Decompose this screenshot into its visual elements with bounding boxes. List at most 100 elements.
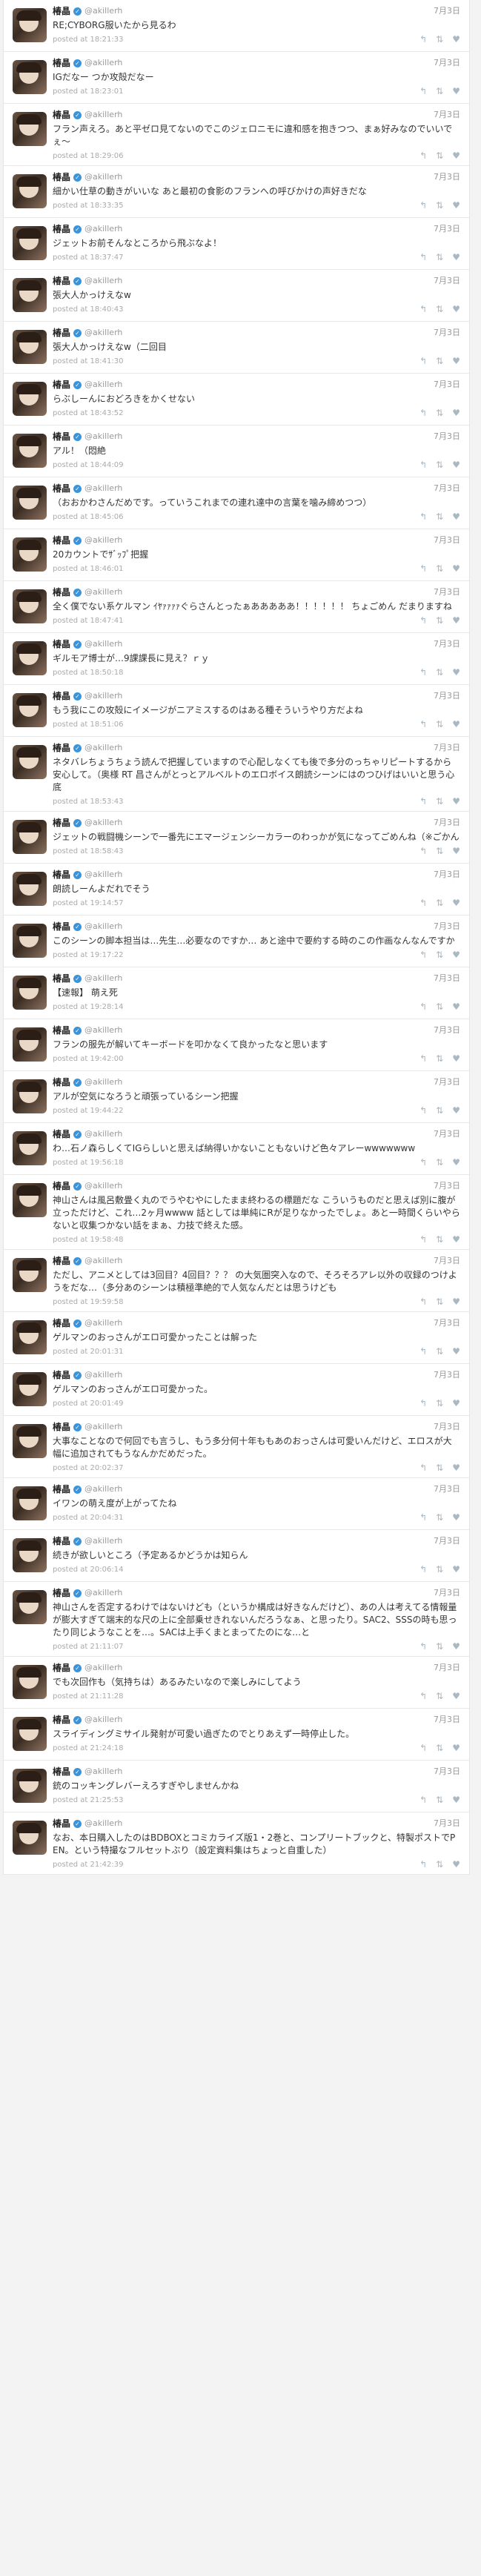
tweet-date[interactable]: 7月3日 (434, 1128, 460, 1140)
reply-icon[interactable]: ↰ (419, 34, 427, 44)
avatar[interactable] (13, 1079, 47, 1113)
user-handle[interactable]: @akillerh (84, 1180, 122, 1192)
tweet-date[interactable]: 7月3日 (434, 1662, 460, 1674)
user-handle[interactable]: @akillerh (84, 483, 122, 494)
avatar[interactable] (13, 1027, 47, 1062)
reply-icon[interactable]: ↰ (419, 1691, 427, 1701)
avatar[interactable] (13, 330, 47, 364)
user-handle[interactable]: @akillerh (84, 379, 122, 391)
tweet-date[interactable]: 7月3日 (434, 534, 460, 546)
user-handle[interactable]: @akillerh (84, 1128, 122, 1140)
heart-icon[interactable]: ♥ (452, 86, 460, 96)
avatar[interactable] (13, 174, 47, 208)
tweet-card[interactable]: 椿晶 ✓ @akillerh 7月3日 このシーンの脚本担当は…先生…必要なのですか… … (4, 915, 469, 967)
retweet-icon[interactable]: ⇅ (436, 1053, 443, 1064)
tweet-date[interactable]: 7月3日 (434, 1818, 460, 1830)
retweet-icon[interactable]: ⇅ (436, 1512, 443, 1523)
tweet-card[interactable]: 椿晶 ✓ @akillerh 7月3日 銃のコッキングレバーえろすぎやしませんかね pos… (4, 1761, 469, 1812)
tweet-date[interactable]: 7月3日 (434, 1587, 460, 1599)
avatar[interactable] (13, 589, 47, 623)
heart-icon[interactable]: ♥ (452, 667, 460, 678)
tweet-date[interactable]: 7月3日 (434, 1421, 460, 1433)
user-name[interactable]: 椿晶 (53, 109, 70, 121)
user-handle[interactable]: @akillerh (84, 1317, 122, 1329)
user-name[interactable]: 椿晶 (53, 921, 70, 933)
user-name[interactable]: 椿晶 (53, 275, 70, 287)
tweet-card[interactable]: 椿晶 ✓ @akillerh 7月3日 なお、本日購入したのはBDBOXとコミカライズ版… (4, 1812, 469, 1875)
heart-icon[interactable]: ♥ (452, 1641, 460, 1652)
user-name[interactable]: 椿晶 (53, 638, 70, 650)
user-name[interactable]: 椿晶 (53, 742, 70, 754)
heart-icon[interactable]: ♥ (452, 563, 460, 574)
retweet-icon[interactable]: ⇅ (436, 511, 443, 522)
tweet-date[interactable]: 7月3日 (434, 973, 460, 984)
avatar[interactable] (13, 60, 47, 94)
tweet-card[interactable]: 椿晶 ✓ @akillerh 7月3日 ギルモア博士が…9課課長に見え？ｒｙ posted… (4, 633, 469, 685)
user-name[interactable]: 椿晶 (53, 973, 70, 984)
tweet-card[interactable]: 椿晶 ✓ @akillerh 7月3日 もう我にこの攻殻にイメージがニアミスするのはある… (4, 685, 469, 737)
avatar[interactable] (13, 820, 47, 854)
tweet-date[interactable]: 7月3日 (434, 1714, 460, 1726)
heart-icon[interactable]: ♥ (452, 1795, 460, 1805)
heart-icon[interactable]: ♥ (452, 719, 460, 729)
user-name[interactable]: 椿晶 (53, 1255, 70, 1267)
tweet-card[interactable]: 椿晶 ✓ @akillerh 7月3日 わ…石ノ森らしくてIGらしいと思えば納得いかない… (4, 1123, 469, 1175)
tweet-date[interactable]: 7月3日 (434, 5, 460, 17)
avatar[interactable] (13, 745, 47, 779)
avatar[interactable] (13, 693, 47, 727)
user-name[interactable]: 椿晶 (53, 1766, 70, 1778)
tweet-date[interactable]: 7月3日 (434, 869, 460, 881)
reply-icon[interactable]: ↰ (419, 1795, 427, 1805)
tweet-card[interactable]: 椿晶 ✓ @akillerh 7月3日 らぶしーんにおどろきをかくせない posted a… (4, 374, 469, 426)
tweet-card[interactable]: 椿晶 ✓ @akillerh 7月3日 神山さんを否定するわけではないけども（というか構… (4, 1582, 469, 1657)
heart-icon[interactable]: ♥ (452, 356, 460, 366)
tweet-date[interactable]: 7月3日 (434, 1255, 460, 1267)
tweet-date[interactable]: 7月3日 (434, 1180, 460, 1192)
tweet-card[interactable]: 椿晶 ✓ @akillerh 7月3日 RE;CYBORG服いたから見るわ posted … (4, 0, 469, 52)
tweet-date[interactable]: 7月3日 (434, 171, 460, 183)
avatar[interactable] (13, 112, 47, 146)
tweet-card[interactable]: 椿晶 ✓ @akillerh 7月3日 20カウントでｻﾞｯﾌﾟ把握 posted at … (4, 529, 469, 581)
user-handle[interactable]: @akillerh (84, 1587, 122, 1599)
retweet-icon[interactable]: ⇅ (436, 615, 443, 626)
reply-icon[interactable]: ↰ (419, 667, 427, 678)
user-handle[interactable]: @akillerh (84, 1662, 122, 1674)
heart-icon[interactable]: ♥ (452, 1234, 460, 1245)
tweet-date[interactable]: 7月3日 (434, 586, 460, 598)
user-handle[interactable]: @akillerh (84, 1255, 122, 1267)
reply-icon[interactable]: ↰ (419, 615, 427, 626)
reply-icon[interactable]: ↰ (419, 252, 427, 262)
tweet-card[interactable]: 椿晶 ✓ @akillerh 7月3日 ただし、アニメとしては3回目？4回目？？？ の大… (4, 1250, 469, 1312)
heart-icon[interactable]: ♥ (452, 34, 460, 44)
tweet-card[interactable]: 椿晶 ✓ @akillerh 7月3日 スライディングミサイル発射が可愛い過ぎたのでとり… (4, 1709, 469, 1761)
user-handle[interactable]: @akillerh (84, 57, 122, 69)
user-name[interactable]: 椿晶 (53, 1421, 70, 1433)
tweet-card[interactable]: 椿晶 ✓ @akillerh 7月3日 張大人かっけえなw（二回目 posted at 1… (4, 322, 469, 374)
avatar[interactable] (13, 641, 47, 675)
user-handle[interactable]: @akillerh (84, 921, 122, 933)
tweet-date[interactable]: 7月3日 (434, 431, 460, 443)
heart-icon[interactable]: ♥ (452, 1346, 460, 1357)
tweet-date[interactable]: 7月3日 (434, 1766, 460, 1778)
retweet-icon[interactable]: ⇅ (436, 150, 443, 161)
user-handle[interactable]: @akillerh (84, 109, 122, 121)
user-name[interactable]: 椿晶 (53, 869, 70, 881)
reply-icon[interactable]: ↰ (419, 1053, 427, 1064)
user-handle[interactable]: @akillerh (84, 171, 122, 183)
heart-icon[interactable]: ♥ (452, 1053, 460, 1064)
tweet-date[interactable]: 7月3日 (434, 327, 460, 339)
reply-icon[interactable]: ↰ (419, 898, 427, 908)
retweet-icon[interactable]: ⇅ (436, 200, 443, 211)
retweet-icon[interactable]: ⇅ (436, 1001, 443, 1012)
reply-icon[interactable]: ↰ (419, 1297, 427, 1307)
heart-icon[interactable]: ♥ (452, 796, 460, 807)
avatar[interactable] (13, 537, 47, 572)
tweet-card[interactable]: 椿晶 ✓ @akillerh 7月3日 ジェットの戦闘機シーンで一番先にエマージェンシー… (4, 812, 469, 864)
retweet-icon[interactable]: ⇅ (436, 1743, 443, 1753)
user-name[interactable]: 椿晶 (53, 431, 70, 443)
heart-icon[interactable]: ♥ (452, 408, 460, 418)
retweet-icon[interactable]: ⇅ (436, 356, 443, 366)
user-name[interactable]: 椿晶 (53, 1024, 70, 1036)
user-name[interactable]: 椿晶 (53, 223, 70, 235)
avatar[interactable] (13, 924, 47, 958)
